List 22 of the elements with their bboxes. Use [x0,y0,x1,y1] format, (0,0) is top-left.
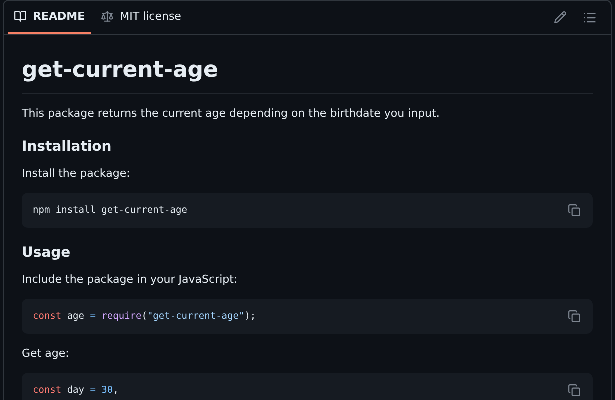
section-heading: Installation [22,138,113,156]
tab[interactable]: MIT license [95,1,188,34]
copy-button[interactable] [568,204,581,217]
paragraph: Include the package in your JavaScript: [22,272,239,288]
tab[interactable]: README [8,1,92,34]
copy-icon [568,310,581,323]
code-line: npm install get-current-age [33,204,188,217]
readme-title: get-current-age [22,57,593,94]
copy-icon [568,384,581,397]
section-heading: Usage [22,244,72,262]
code-line: const age = require("get-current-age"); [33,310,256,323]
book-icon [14,10,27,23]
paragraph: This package returns the current age depending on the birthdate you input. [22,106,441,122]
pencil-icon [554,11,567,24]
scale-icon [101,10,114,23]
code-line: const day = 30, [33,384,119,397]
copy-icon [568,204,581,217]
paragraph: Install the package: [22,166,132,182]
paragraph: Get age: [22,346,70,362]
list-icon [583,10,597,24]
copy-button[interactable] [568,384,581,397]
copy-button[interactable] [568,310,581,323]
